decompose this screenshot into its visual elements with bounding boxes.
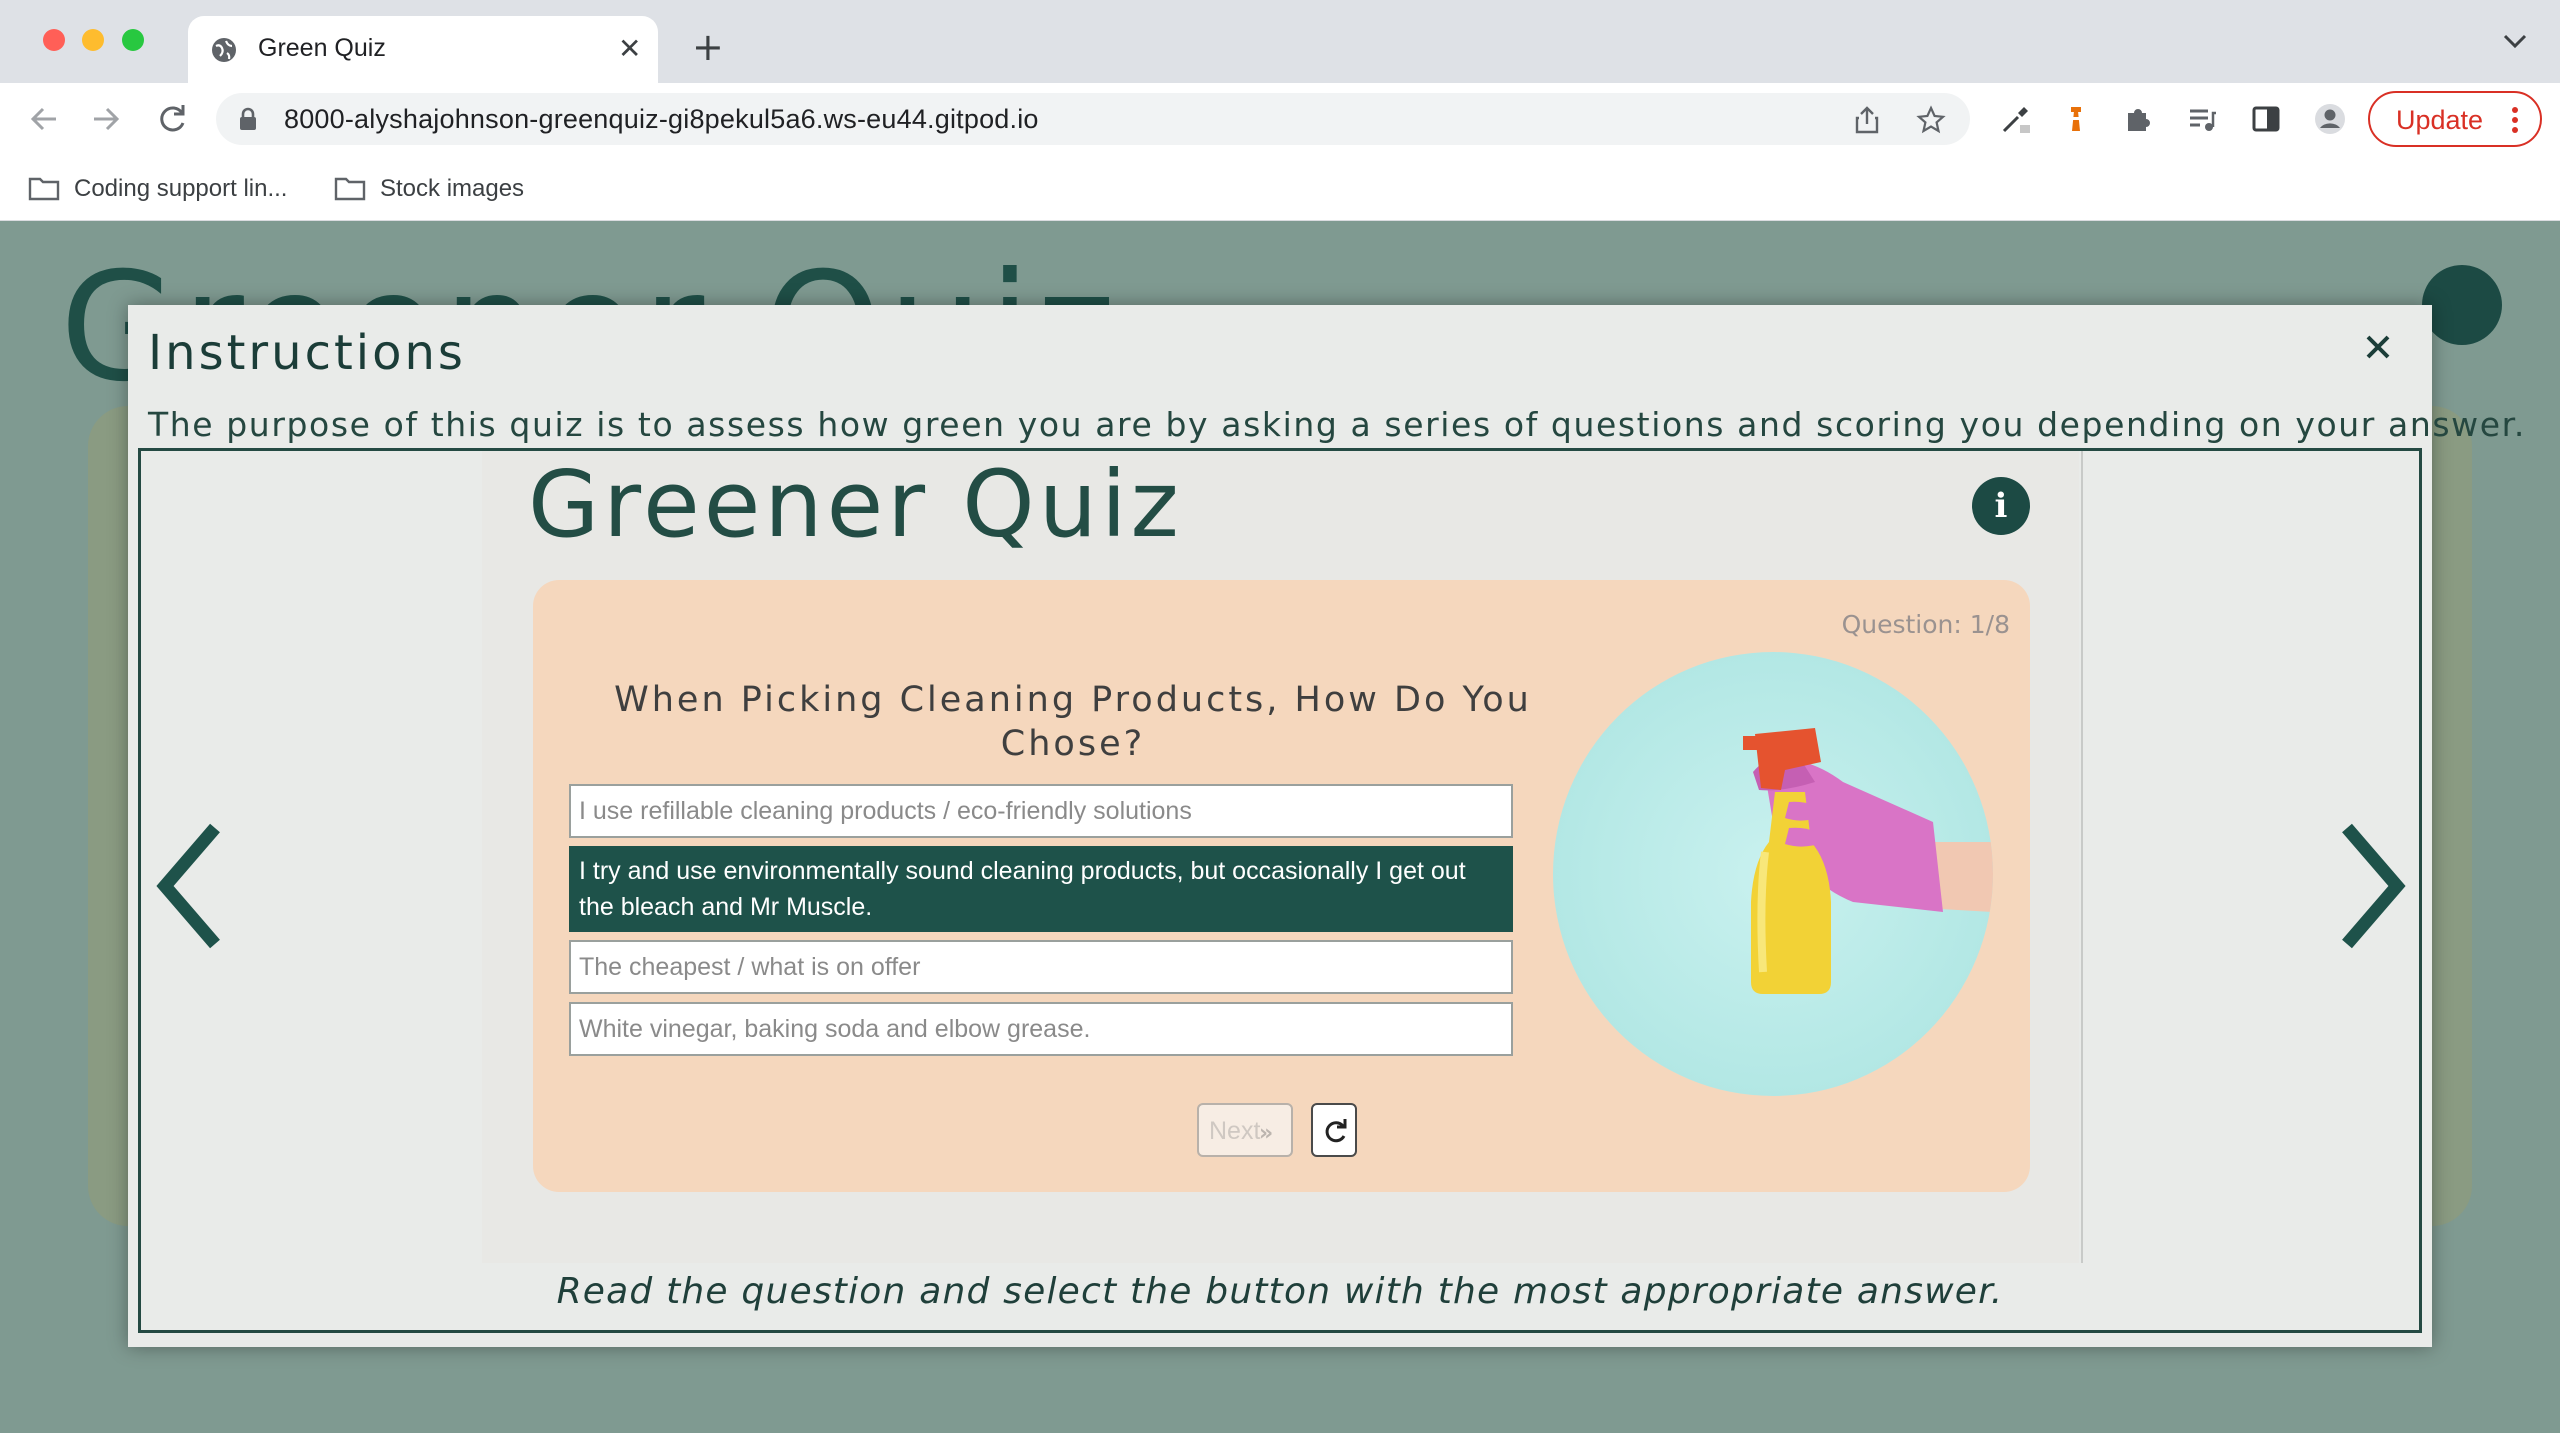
tab-close-icon[interactable]: ✕	[618, 34, 641, 64]
question-counter: Question: 1/8	[1841, 610, 2010, 639]
carousel-slide-screenshot: Greener Quiz i Question: 1/8 When Pickin…	[482, 451, 2079, 1263]
bookmark-label: Stock images	[380, 175, 525, 202]
carousel-next-icon[interactable]	[2327, 816, 2417, 956]
bookmarks-bar: Coding support lin... Stock images	[0, 155, 2560, 221]
back-icon[interactable]	[26, 101, 62, 137]
slide-divider	[2081, 451, 2083, 1263]
info-icon-background[interactable]	[2422, 265, 2502, 345]
modal-description: The purpose of this quiz is to assess ho…	[148, 405, 2526, 444]
info-icon: i	[1972, 477, 2030, 535]
forward-icon[interactable]	[88, 101, 124, 137]
question-image	[1553, 652, 1993, 1096]
share-icon[interactable]	[1852, 105, 1882, 135]
bookmark-folder-stock-images[interactable]: Stock images	[334, 167, 554, 207]
url-text[interactable]: 8000-alyshajohnson-greenquiz-gi8pekul5a6…	[284, 104, 1039, 135]
next-button: Next »	[1197, 1103, 1293, 1157]
media-queue-icon[interactable]	[2186, 103, 2218, 135]
extensions-puzzle-icon[interactable]	[2122, 103, 2154, 135]
next-label: Next	[1209, 1117, 1261, 1145]
eyedropper-extension-icon[interactable]	[2000, 103, 2032, 135]
slide-page-title: Greener Quiz	[528, 451, 1183, 558]
tab-title: Green Quiz	[258, 34, 386, 62]
modal-title: Instructions	[148, 325, 466, 381]
page-viewport: Greener Quiz Instructions The purpose of…	[0, 221, 2560, 1433]
instructions-carousel: Greener Quiz i Question: 1/8 When Pickin…	[138, 448, 2422, 1333]
lighthouse-extension-icon[interactable]	[2060, 103, 2092, 135]
lock-icon[interactable]	[238, 107, 258, 131]
profile-avatar-icon[interactable]	[2314, 103, 2346, 135]
browser-toolbar: 8000-alyshajohnson-greenquiz-gi8pekul5a6…	[0, 83, 2560, 155]
address-bar[interactable]: 8000-alyshajohnson-greenquiz-gi8pekul5a6…	[216, 93, 1970, 145]
answer-button-2: I try and use environmentally sound clea…	[569, 846, 1513, 932]
folder-icon	[334, 177, 366, 201]
answer-button-3: The cheapest / what is on offer	[569, 940, 1513, 994]
reload-icon[interactable]	[154, 101, 190, 137]
carousel-prev-icon[interactable]	[145, 816, 235, 956]
close-icon[interactable]	[2358, 327, 2398, 367]
more-vert-icon	[2512, 107, 2518, 133]
bookmark-star-icon[interactable]	[1916, 105, 1946, 135]
new-tab-icon[interactable]: +	[692, 28, 724, 66]
reset-button	[1311, 1103, 1357, 1157]
answer-button-4: White vinegar, baking soda and elbow gre…	[569, 1002, 1513, 1056]
browser-tab[interactable]: Green Quiz ✕	[188, 16, 658, 83]
question-text: When Picking Cleaning Products, How Do Y…	[614, 680, 1532, 764]
window-minimize-button[interactable]	[82, 29, 104, 51]
tab-strip: Green Quiz ✕ +	[0, 0, 2560, 83]
carousel-caption: Read the question and select the button …	[556, 1271, 2004, 1312]
update-label: Update	[2396, 105, 2484, 135]
folder-icon	[28, 177, 60, 201]
instructions-modal: Instructions The purpose of this quiz is…	[128, 305, 2524, 1347]
update-button[interactable]: Update	[2368, 91, 2542, 147]
redo-icon	[1325, 1119, 1347, 1143]
double-chevron-right-icon: »	[1259, 1121, 1274, 1146]
window-close-button[interactable]	[43, 29, 65, 51]
globe-icon	[212, 38, 236, 62]
quiz-card: Question: 1/8 When Picking Cleaning Prod…	[533, 580, 2030, 1192]
tab-search-chevron-icon[interactable]	[2502, 32, 2528, 50]
side-panel-icon[interactable]	[2250, 103, 2282, 135]
answer-button-1: I use refillable cleaning products / eco…	[569, 784, 1513, 838]
bookmark-folder-coding-support[interactable]: Coding support lin...	[28, 167, 318, 207]
window-maximize-button[interactable]	[122, 29, 144, 51]
bookmark-label: Coding support lin...	[74, 175, 288, 202]
spray-bottle-illustration	[1743, 728, 1993, 994]
